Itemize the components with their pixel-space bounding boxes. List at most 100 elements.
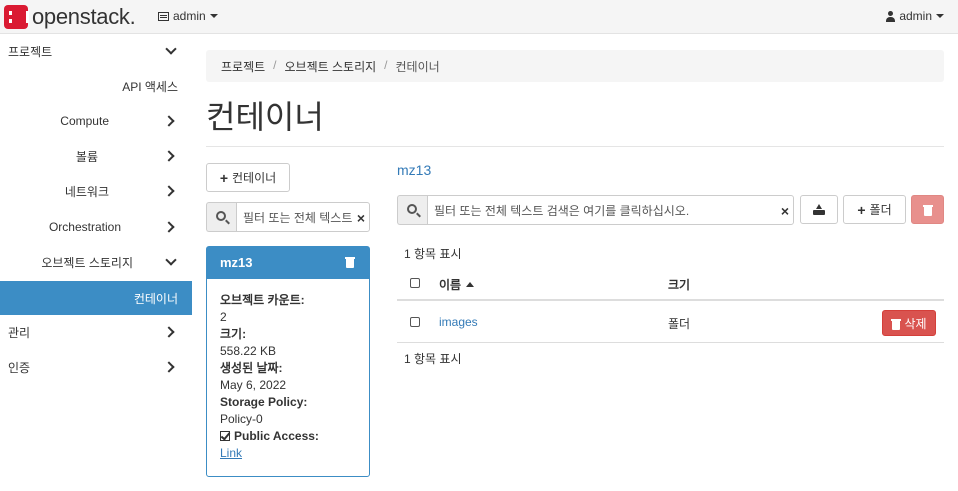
project-dropdown-label: admin <box>173 9 206 23</box>
created-date-value: May 6, 2022 <box>220 378 287 392</box>
column-header-size[interactable]: 크기 <box>668 276 690 293</box>
sidebar-item-label: 관리 <box>8 325 31 340</box>
top-navbar: openstack. admin admin <box>0 0 958 34</box>
breadcrumb-separator: / <box>273 58 277 72</box>
object-count-value: 2 <box>220 310 227 324</box>
caret-down-icon <box>209 14 218 18</box>
trash-icon <box>891 318 902 330</box>
object-count-label: 오브젝트 카운트: <box>220 293 305 307</box>
container-card[interactable]: mz13 오브젝트 카운트: 2 크기: 558.22 KB 생성된 날짜: M… <box>206 246 370 477</box>
create-folder-button[interactable]: + 폴더 <box>843 195 906 224</box>
container-search-button[interactable] <box>206 202 236 232</box>
trash-icon <box>923 204 933 216</box>
sidebar-item-label: 프로젝트 <box>8 44 53 59</box>
container-card-header[interactable]: mz13 <box>207 247 369 279</box>
clear-filter-icon[interactable]: × <box>781 203 789 219</box>
sidebar-item-label: 컨테이너 <box>133 291 178 306</box>
chevron-right-icon <box>165 150 177 162</box>
sidebar-item-label: 볼륨 <box>75 149 98 164</box>
chevron-down-icon <box>165 256 177 268</box>
sidebar-item-volumes[interactable]: 볼륨 <box>0 139 192 173</box>
sidebar-item-compute[interactable]: Compute <box>0 104 192 138</box>
delete-object-button[interactable]: 삭제 <box>882 310 936 336</box>
sidebar-item-orchestration[interactable]: Orchestration <box>0 210 192 244</box>
size-value: 558.22 KB <box>220 344 277 358</box>
breadcrumb-separator: / <box>384 58 388 72</box>
sidebar: 프로젝트 API 액세스 Compute 볼륨 네트워크 Orchestrati… <box>0 34 192 491</box>
object-filter-placeholder: 필터 또는 전체 텍스트 검색은 여기를 클릭하십시오. <box>434 203 690 218</box>
chevron-right-icon <box>165 326 177 338</box>
delete-object-label: 삭제 <box>904 316 927 331</box>
openstack-logo[interactable]: openstack. <box>4 4 136 30</box>
sidebar-item-identity[interactable]: 인증 <box>0 350 192 384</box>
container-filter-placeholder: 필터 또는 전체 텍스트 <box>243 210 353 225</box>
search-icon <box>407 204 417 214</box>
caret-down-icon <box>936 14 944 18</box>
sidebar-item-api-access[interactable]: API 액세스 <box>0 69 192 103</box>
add-container-button[interactable]: + 컨테이너 <box>206 163 290 192</box>
user-dropdown-label: admin <box>899 9 932 23</box>
sidebar-item-label: 네트워크 <box>64 184 109 199</box>
container-name: mz13 <box>220 255 253 270</box>
breadcrumb-item-project[interactable]: 프로젝트 <box>221 58 265 74</box>
object-size: 폴더 <box>668 317 691 331</box>
sidebar-item-object-storage[interactable]: 오브젝트 스토리지 <box>0 245 192 279</box>
sidebar-item-label: API 액세스 <box>122 79 178 94</box>
size-label: 크기: <box>220 327 247 341</box>
chevron-right-icon <box>165 115 177 127</box>
container-details: 오브젝트 카운트: 2 크기: 558.22 KB 생성된 날짜: May 6,… <box>207 279 369 475</box>
object-search-button[interactable] <box>397 195 427 225</box>
search-icon <box>216 211 226 221</box>
chevron-down-icon <box>165 45 177 57</box>
object-filter: 필터 또는 전체 텍스트 검색은 여기를 클릭하십시오. × <box>397 195 794 225</box>
storage-policy-label: Storage Policy: <box>220 395 308 409</box>
object-name-link[interactable]: images <box>439 315 478 329</box>
project-dropdown[interactable]: admin <box>158 9 218 23</box>
container-filter-input[interactable]: 필터 또는 전체 텍스트 × <box>236 202 370 232</box>
items-count-top: 1 항목 표시 <box>404 247 462 261</box>
public-access-row: Public Access: <box>220 428 356 445</box>
table-header: 이름 크기 <box>397 266 944 301</box>
plus-icon: + <box>219 169 228 186</box>
checkbox-checked-icon[interactable] <box>220 431 230 441</box>
clear-filter-icon[interactable]: × <box>357 210 365 226</box>
object-filter-input[interactable]: 필터 또는 전체 텍스트 검색은 여기를 클릭하십시오. × <box>427 195 794 225</box>
breadcrumb-item-containers: 컨테이너 <box>395 60 440 74</box>
column-header-name[interactable]: 이름 <box>439 276 475 293</box>
row-checkbox[interactable] <box>410 317 420 327</box>
public-access-link[interactable]: Link <box>220 446 242 460</box>
table-row: images 폴더 삭제 <box>397 302 944 343</box>
sidebar-item-project[interactable]: 프로젝트 <box>0 34 192 68</box>
storage-policy-value: Policy-0 <box>220 412 263 426</box>
upload-file-button[interactable] <box>800 195 838 224</box>
sidebar-item-label: Orchestration <box>48 220 121 234</box>
select-all-checkbox[interactable] <box>410 278 420 288</box>
title-divider <box>206 146 944 147</box>
public-access-label: Public Access: <box>234 429 319 443</box>
chevron-right-icon <box>165 221 177 233</box>
breadcrumb-item-object-storage[interactable]: 오브젝트 스토리지 <box>285 58 377 74</box>
delete-selected-button[interactable] <box>911 195 944 224</box>
sidebar-item-containers[interactable]: 컨테이너 <box>0 281 192 315</box>
delete-container-icon[interactable] <box>345 256 355 268</box>
selected-container-title[interactable]: mz13 <box>397 162 431 178</box>
column-name-label: 이름 <box>439 278 462 292</box>
create-folder-label: 폴더 <box>869 203 892 217</box>
sidebar-item-label: Compute <box>60 114 109 128</box>
sort-ascending-icon <box>466 282 475 287</box>
sidebar-item-label: 인증 <box>8 360 31 375</box>
user-icon <box>886 10 896 22</box>
chevron-right-icon <box>165 361 177 373</box>
breadcrumb: 프로젝트 / 오브젝트 스토리지 / 컨테이너 <box>206 50 944 82</box>
container-filter: 필터 또는 전체 텍스트 × <box>206 202 370 232</box>
brand-text: openstack. <box>32 4 136 29</box>
user-dropdown[interactable]: admin <box>886 9 944 23</box>
add-container-label: 컨테이너 <box>232 171 277 185</box>
sidebar-item-admin[interactable]: 관리 <box>0 315 192 349</box>
created-date-label: 생성된 날짜: <box>220 361 283 375</box>
sidebar-item-network[interactable]: 네트워크 <box>0 174 192 208</box>
plus-icon: + <box>857 201 866 218</box>
items-count-bottom: 1 항목 표시 <box>404 352 462 366</box>
openstack-logo-icon <box>4 5 29 29</box>
sidebar-item-label: 오브젝트 스토리지 <box>41 255 133 270</box>
